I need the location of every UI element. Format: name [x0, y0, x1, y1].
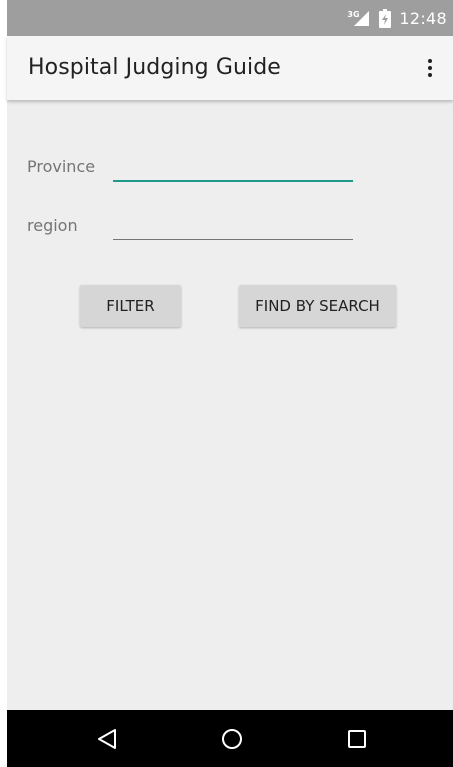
app-title: Hospital Judging Guide — [28, 55, 281, 80]
menu-dot — [428, 66, 432, 70]
province-input[interactable] — [113, 152, 353, 182]
status-icons: 3G 12:48 — [347, 0, 447, 36]
status-bar: 3G 12:48 — [7, 0, 453, 36]
menu-dot — [428, 59, 432, 63]
menu-dot — [428, 73, 432, 77]
filter-button[interactable]: FILTER — [80, 285, 181, 327]
device-screen: 3G 12:48 Hospital Judging Guide Province… — [7, 0, 453, 767]
province-label: Province — [27, 157, 96, 176]
battery-icon — [379, 8, 392, 28]
home-icon[interactable] — [217, 724, 247, 754]
back-icon[interactable] — [92, 724, 122, 754]
overflow-menu-icon[interactable] — [415, 52, 445, 84]
region-label: region — [27, 216, 78, 235]
navigation-bar — [7, 710, 453, 767]
find-by-search-button[interactable]: FIND BY SEARCH — [239, 285, 396, 327]
main-content: Province region FILTER FIND BY SEARCH — [7, 100, 453, 710]
clock: 12:48 — [399, 8, 447, 28]
recents-icon[interactable] — [342, 724, 372, 754]
region-input[interactable] — [113, 211, 353, 240]
signal-icon: 3G — [347, 9, 371, 27]
app-bar: Hospital Judging Guide — [7, 36, 453, 100]
